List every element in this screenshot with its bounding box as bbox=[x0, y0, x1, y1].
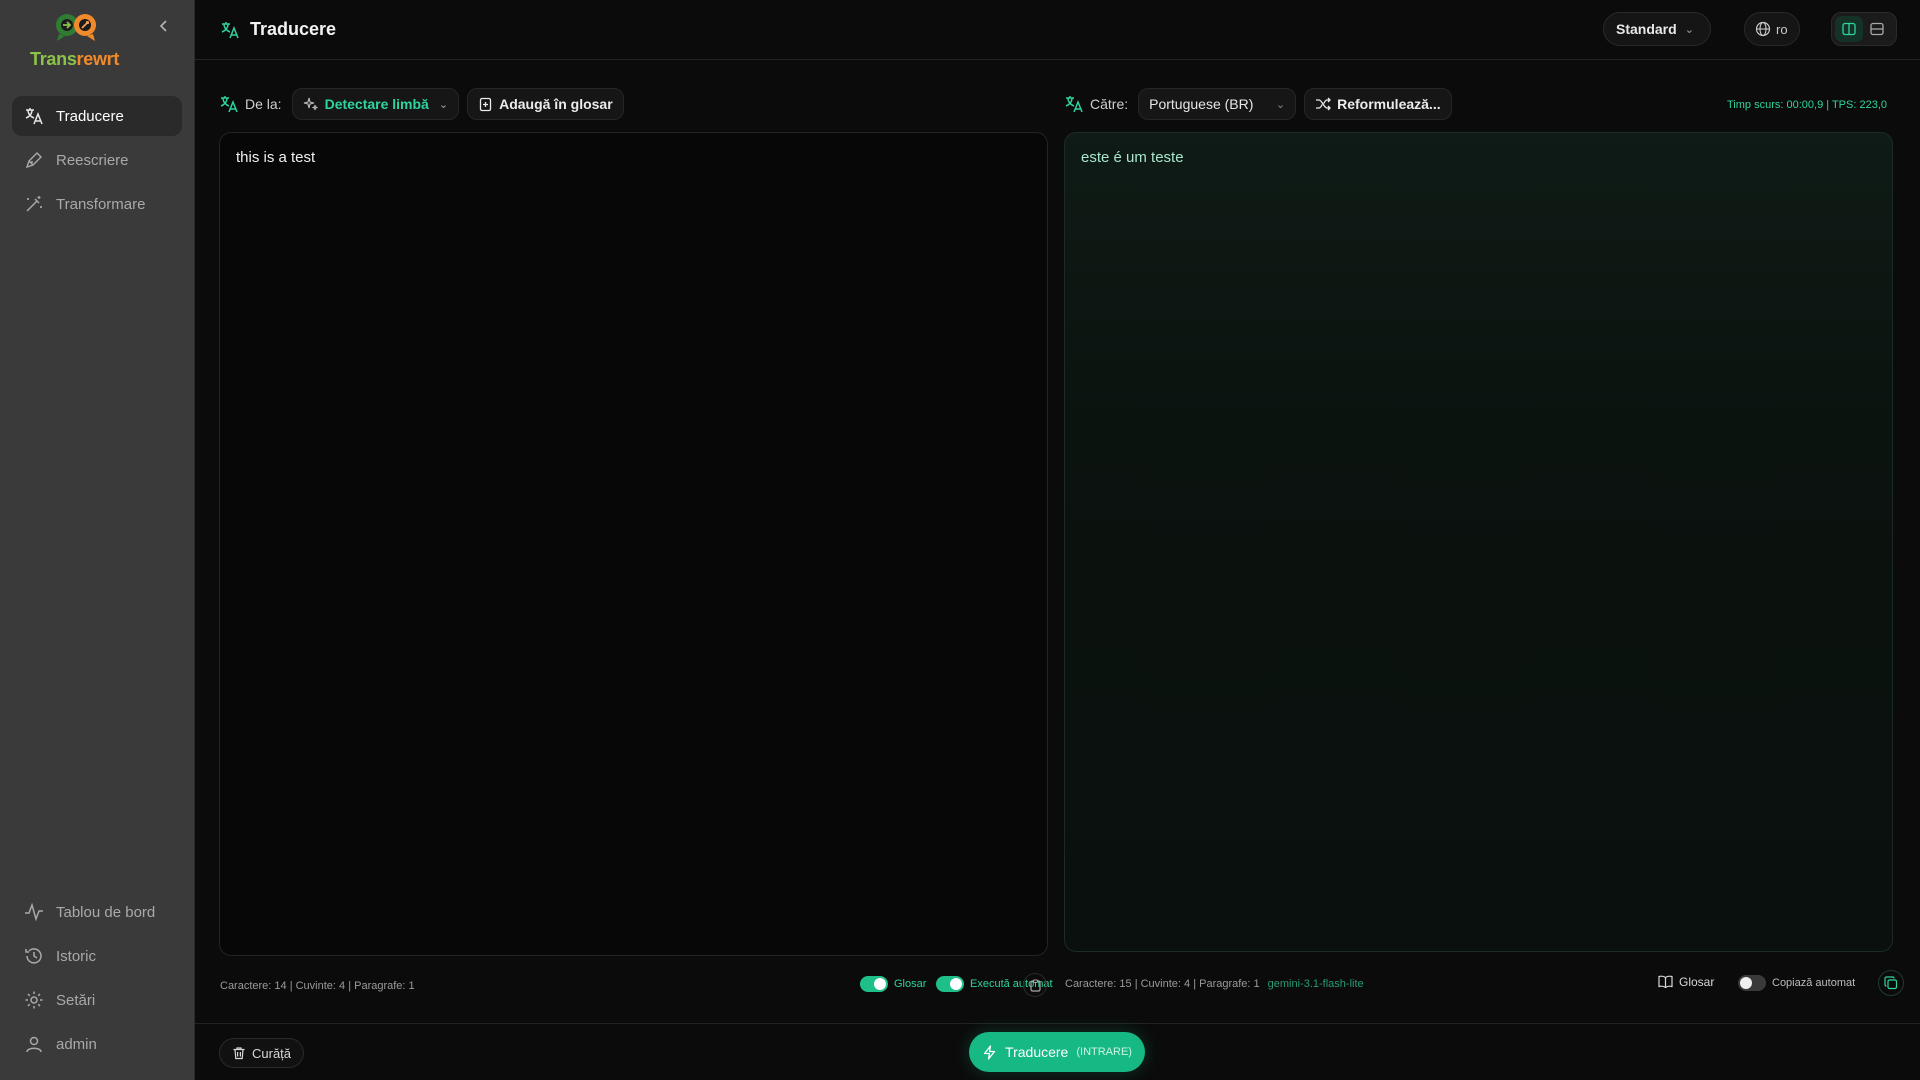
sidebar-item-label: Reescriere bbox=[56, 151, 129, 169]
sparkles-icon bbox=[303, 96, 319, 112]
autocopy-toggle-label: Copiază automat bbox=[1772, 977, 1856, 989]
columns-icon bbox=[1842, 22, 1856, 36]
glossary-toggle-label: Glosar bbox=[894, 978, 927, 990]
chevron-down-icon: ⌄ bbox=[1275, 98, 1286, 111]
source-text: this is a test bbox=[236, 149, 316, 166]
history-icon bbox=[24, 946, 44, 966]
source-toolbar: De la: Detectare limbă ⌄ Adaugă în glosa… bbox=[219, 88, 632, 120]
activity-icon bbox=[24, 902, 44, 922]
collapse-sidebar-button[interactable] bbox=[155, 18, 173, 36]
add-to-glossary-label: Adaugă în glosar bbox=[499, 96, 613, 112]
sidebar-item-rewrite[interactable]: Reescriere bbox=[12, 140, 182, 180]
translate-button-label: Traducere bbox=[1005, 1044, 1069, 1060]
target-language-value: Portuguese (BR) bbox=[1149, 96, 1254, 112]
clear-button[interactable]: Curăță bbox=[219, 1038, 305, 1068]
sidebar-item-settings[interactable]: Setări bbox=[12, 980, 182, 1020]
translate-icon bbox=[221, 21, 239, 38]
ui-language-value: ro bbox=[1776, 21, 1788, 37]
chevron-left-icon bbox=[159, 20, 167, 32]
globe-icon bbox=[1755, 21, 1771, 37]
sidebar-bottom-nav: Tablou de bord Istoric Setări admin bbox=[12, 892, 182, 1068]
target-stats-text: Caractere: 15 | Cuvinte: 4 | Paragrafe: … bbox=[1065, 978, 1260, 990]
target-language-select[interactable]: Portuguese (BR) ⌄ bbox=[1138, 88, 1297, 120]
rephrase-button[interactable]: Reformulează... bbox=[1304, 88, 1452, 120]
translate-icon bbox=[24, 106, 44, 126]
bottom-bar: Curăță Traducere (INTRARE) bbox=[195, 1023, 1920, 1080]
book-open-icon bbox=[1658, 974, 1673, 989]
sidebar-item-translate[interactable]: Traducere bbox=[12, 96, 182, 136]
source-label: De la: bbox=[245, 96, 282, 112]
wand-icon bbox=[24, 194, 44, 214]
stacked-layout-button[interactable] bbox=[1863, 16, 1891, 42]
sidebar-item-label: admin bbox=[56, 1035, 97, 1053]
shuffle-icon bbox=[1315, 96, 1332, 112]
copy-button[interactable] bbox=[1878, 970, 1904, 996]
sidebar-item-label: Setări bbox=[56, 991, 96, 1009]
sidebar-item-dashboard[interactable]: Tablou de bord bbox=[12, 892, 182, 932]
sidebar-item-label: Transformare bbox=[56, 195, 146, 213]
mode-select[interactable]: Standard ⌄ bbox=[1603, 12, 1711, 46]
app-root: Transrewrt Traducere Reescriere Transfor… bbox=[0, 0, 1920, 1080]
top-bar: Traducere Standard ⌄ ro bbox=[195, 0, 1920, 60]
sidebar-item-label: Istoric bbox=[56, 947, 97, 965]
page-title: Traducere bbox=[250, 19, 337, 39]
autorun-switch[interactable] bbox=[936, 976, 964, 992]
paste-button[interactable] bbox=[1023, 973, 1047, 997]
brand: Transrewrt bbox=[0, 0, 194, 80]
copy-icon bbox=[1884, 976, 1898, 990]
sidebar: Transrewrt Traducere Reescriere Transfor… bbox=[0, 0, 195, 1080]
add-to-glossary-button[interactable]: Adaugă în glosar bbox=[467, 88, 624, 120]
translate-button-shortcut: (INTRARE) bbox=[1076, 1046, 1132, 1058]
translate-icon bbox=[1065, 96, 1083, 113]
glossary-button-label: Glosar bbox=[1679, 974, 1715, 989]
sidebar-item-user[interactable]: admin bbox=[12, 1024, 182, 1064]
gear-icon bbox=[24, 990, 44, 1010]
sidebar-nav: Traducere Reescriere Transformare bbox=[0, 80, 194, 228]
source-stats: Caractere: 14 | Cuvinte: 4 | Paragrafe: … bbox=[220, 980, 415, 992]
brand-name: Transrewrt bbox=[30, 49, 120, 69]
clear-label: Curăță bbox=[252, 1045, 292, 1061]
autocopy-toggle[interactable]: Copiază automat bbox=[1738, 975, 1855, 991]
target-label: Către: bbox=[1090, 96, 1129, 112]
timing-info: Timp scurs: 00:00,9 | TPS: 223,0 bbox=[1727, 99, 1887, 111]
source-language-value: Detectare limbă bbox=[324, 96, 429, 112]
rephrase-label: Reformulează... bbox=[1337, 96, 1441, 112]
glossary-toggle[interactable]: Glosar bbox=[860, 976, 926, 992]
chevron-down-icon: ⌄ bbox=[1684, 23, 1694, 36]
model-name: gemini-3.1-flash-lite bbox=[1267, 978, 1364, 990]
target-toolbar: Către: Portuguese (BR) ⌄ Reformulează... bbox=[1064, 88, 1460, 120]
pen-icon bbox=[24, 150, 44, 170]
glossary-switch[interactable] bbox=[860, 976, 888, 992]
clipboard-icon bbox=[1029, 979, 1041, 992]
mode-select-value: Standard bbox=[1616, 21, 1677, 37]
target-stats: Caractere: 15 | Cuvinte: 4 | Paragrafe: … bbox=[1065, 978, 1364, 990]
target-text: este é um teste bbox=[1081, 149, 1184, 166]
sidebar-item-label: Tablou de bord bbox=[56, 903, 156, 921]
sidebar-item-history[interactable]: Istoric bbox=[12, 936, 182, 976]
logo-icon bbox=[56, 14, 96, 41]
source-text-area[interactable]: this is a test bbox=[219, 132, 1048, 956]
glossary-button[interactable]: Glosar bbox=[1658, 974, 1714, 989]
user-icon bbox=[24, 1034, 44, 1054]
translate-button[interactable]: Traducere (INTRARE) bbox=[969, 1032, 1145, 1072]
ui-language-select[interactable]: ro bbox=[1744, 12, 1800, 46]
translate-icon bbox=[220, 96, 238, 113]
rows-icon bbox=[1870, 22, 1884, 36]
layout-toggle bbox=[1831, 12, 1897, 46]
sidebar-item-transform[interactable]: Transformare bbox=[12, 184, 182, 224]
autocopy-switch[interactable] bbox=[1738, 975, 1766, 991]
zap-icon bbox=[982, 1044, 997, 1060]
main-area: Traducere Standard ⌄ ro De la: Detectare… bbox=[195, 0, 1920, 1080]
sidebar-item-label: Traducere bbox=[56, 107, 124, 125]
side-by-side-layout-button[interactable] bbox=[1835, 16, 1863, 42]
chevron-down-icon: ⌄ bbox=[438, 98, 449, 111]
target-text-area[interactable]: este é um teste bbox=[1064, 132, 1893, 952]
source-language-select[interactable]: Detectare limbă ⌄ bbox=[291, 88, 460, 120]
trash-icon bbox=[232, 1046, 246, 1060]
book-plus-icon bbox=[478, 97, 493, 112]
